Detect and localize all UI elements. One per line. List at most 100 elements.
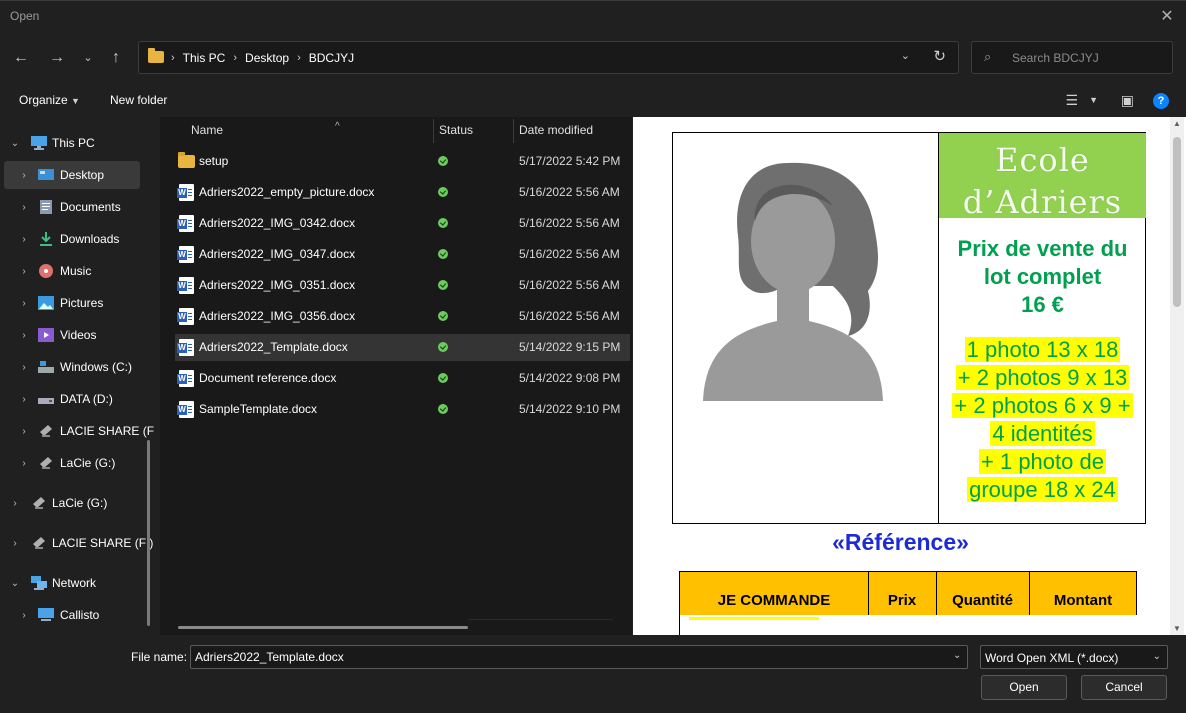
preview-scrollbar[interactable]: ▲ ▼ — [1170, 117, 1184, 635]
breadcrumb: › This PC › Desktop › BDCJYJ — [171, 51, 354, 65]
sidebar-item-this-pc[interactable]: ⌄ This PC — [0, 129, 140, 157]
sidebar-item-desktop[interactable]: › Desktop — [4, 161, 140, 189]
scrollbar-thumb[interactable] — [1173, 137, 1181, 307]
chevron-down-icon[interactable]: ▼ — [1089, 95, 1098, 105]
view-options-icon[interactable]: ☰ — [1065, 92, 1078, 109]
title-bar: Open ✕ — [0, 0, 1186, 32]
word-document-icon: W — [177, 184, 194, 201]
music-icon — [38, 264, 54, 278]
chevron-right-icon[interactable]: › — [18, 298, 30, 309]
chevron-down-icon[interactable]: ⌄ — [9, 578, 21, 589]
file-name-label: File name: — [131, 650, 188, 664]
column-header-label: Name — [191, 123, 224, 137]
sidebar-item-label: Documents — [60, 200, 121, 214]
sidebar-item-pictures[interactable]: › Pictures — [0, 289, 140, 317]
file-row[interactable]: W Document reference.docx 5/14/2022 9:08… — [175, 365, 630, 392]
search-input[interactable]: ⌕ Search BDCJYJ — [971, 41, 1173, 74]
chevron-right-icon: › — [171, 52, 175, 64]
refresh-icon[interactable]: ↻ — [933, 47, 946, 65]
chevron-right-icon[interactable]: › — [9, 538, 21, 549]
chevron-down-icon[interactable]: ⌄ — [953, 650, 961, 661]
chevron-right-icon[interactable]: › — [18, 394, 30, 405]
column-header-name[interactable]: ^ Name — [191, 121, 340, 137]
file-type-value: Word Open XML (*.docx) — [985, 651, 1119, 665]
file-row[interactable]: setup 5/17/2022 5:42 PM — [175, 148, 630, 175]
breadcrumb-desktop[interactable]: Desktop — [245, 51, 289, 65]
sidebar-item-network[interactable]: ⌄ Network — [0, 569, 140, 597]
chevron-right-icon[interactable]: › — [18, 234, 30, 245]
back-arrow-icon[interactable]: ← — [10, 47, 32, 69]
sidebar-item-data-d[interactable]: › DATA (D:) — [0, 385, 140, 413]
chevron-right-icon[interactable]: › — [18, 362, 30, 373]
scroll-down-icon[interactable]: ▼ — [1170, 624, 1184, 633]
search-icon: ⌕ — [984, 49, 992, 64]
file-type-select[interactable]: Word Open XML (*.docx) ⌄ — [980, 645, 1168, 669]
sidebar-item-videos[interactable]: › Videos — [0, 321, 140, 349]
navigation-scrollbar[interactable] — [147, 440, 150, 626]
file-row[interactable]: W Adriers2022_IMG_0351.docx 5/16/2022 5:… — [175, 272, 630, 299]
file-row[interactable]: W Adriers2022_empty_picture.docx 5/16/20… — [175, 179, 630, 206]
sidebar-item-lacie-g[interactable]: › LaCie (G:) — [0, 449, 140, 477]
order-column-header: Montant — [1053, 592, 1113, 609]
column-header-status[interactable]: Status — [439, 123, 473, 137]
price-line: lot complet — [983, 264, 1102, 289]
network-drive-icon — [38, 424, 54, 438]
sidebar-item-lacie-share-f-root[interactable]: › LACIE SHARE (F:) — [0, 529, 153, 557]
chevron-down-icon[interactable]: ⌄ — [9, 138, 21, 149]
cancel-button[interactable]: Cancel — [1081, 675, 1167, 700]
chevron-right-icon[interactable]: › — [18, 610, 30, 621]
command-bar: Organize ▼ New folder ☰ ▼ ▣ ? — [0, 84, 1186, 117]
network-drive-icon — [31, 496, 47, 510]
file-date: 5/14/2022 9:08 PM — [519, 371, 621, 385]
open-button[interactable]: Open — [981, 675, 1067, 700]
sidebar-item-documents[interactable]: › Documents — [0, 193, 140, 221]
scroll-up-icon[interactable]: ▲ — [1170, 119, 1184, 128]
new-folder-button[interactable]: New folder — [110, 93, 167, 107]
sidebar-item-music[interactable]: › Music — [0, 257, 140, 285]
close-icon[interactable]: ✕ — [1156, 6, 1178, 28]
sidebar-item-label: Windows (C:) — [60, 360, 133, 374]
file-row[interactable]: W Adriers2022_IMG_0356.docx 5/16/2022 5:… — [175, 303, 630, 330]
chevron-right-icon[interactable]: › — [18, 426, 30, 437]
word-document-icon: W — [177, 308, 194, 325]
sidebar-item-downloads[interactable]: › Downloads — [0, 225, 140, 253]
recent-locations-chevron-icon[interactable]: ⌄ — [77, 47, 99, 69]
file-row[interactable]: W Adriers2022_IMG_0347.docx 5/16/2022 5:… — [175, 241, 630, 268]
forward-arrow-icon[interactable]: → — [46, 47, 68, 69]
chevron-right-icon[interactable]: › — [18, 458, 30, 469]
person-silhouette-image — [693, 151, 923, 401]
column-divider[interactable] — [513, 119, 514, 143]
chevron-right-icon[interactable]: › — [18, 266, 30, 277]
network-drive-icon — [31, 536, 47, 550]
price-value: 16 € — [1021, 292, 1064, 317]
chevron-right-icon[interactable]: › — [9, 498, 21, 509]
order-table-header: JE COMMANDE Prix Quantité Montant — [679, 571, 1137, 620]
breadcrumb-bdcjyj[interactable]: BDCJYJ — [309, 51, 354, 65]
chevron-right-icon[interactable]: › — [18, 170, 30, 181]
address-dropdown-icon[interactable]: ⌄ — [901, 49, 910, 62]
file-list: ^ Name Status Date modified setup 5/17/20… — [160, 117, 632, 635]
address-bar[interactable]: › This PC › Desktop › BDCJYJ ⌄ ↻ — [138, 41, 959, 74]
sidebar-item-lacie-share-f[interactable]: › LACIE SHARE (F — [0, 417, 154, 445]
chevron-right-icon: › — [297, 52, 301, 64]
file-row-selected[interactable]: W Adriers2022_Template.docx 5/14/2022 9:… — [175, 334, 630, 361]
column-divider[interactable] — [433, 119, 434, 143]
file-name-input[interactable] — [190, 645, 968, 669]
preview-pane-icon[interactable]: ▣ — [1121, 92, 1134, 109]
file-row[interactable]: W Adriers2022_IMG_0342.docx 5/16/2022 5:… — [175, 210, 630, 237]
breadcrumb-this-pc[interactable]: This PC — [183, 51, 226, 65]
chevron-right-icon[interactable]: › — [18, 202, 30, 213]
sidebar-item-lacie-g-root[interactable]: › LaCie (G:) — [0, 489, 140, 517]
file-name: SampleTemplate.docx — [199, 402, 318, 416]
horizontal-scrollbar[interactable] — [178, 626, 468, 629]
network-icon — [31, 576, 47, 590]
sidebar-item-windows-c[interactable]: › Windows (C:) — [0, 353, 140, 381]
up-arrow-icon[interactable]: ↑ — [105, 47, 127, 69]
scrollbar-track — [468, 619, 613, 620]
sidebar-item-callisto[interactable]: › Callisto — [0, 601, 140, 629]
chevron-right-icon[interactable]: › — [18, 330, 30, 341]
help-icon[interactable]: ? — [1153, 93, 1169, 109]
organize-button[interactable]: Organize ▼ — [19, 93, 80, 107]
file-row[interactable]: W SampleTemplate.docx 5/14/2022 9:10 PM — [175, 396, 630, 423]
column-header-date-modified[interactable]: Date modified — [519, 123, 593, 137]
